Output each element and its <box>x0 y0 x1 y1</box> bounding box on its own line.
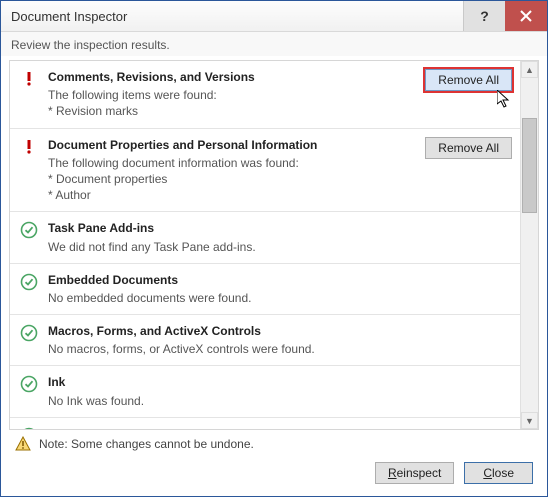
result-detail: No macros, forms, or ActiveX controls we… <box>48 341 412 357</box>
result-title: Ink <box>48 374 412 390</box>
scroll-thumb[interactable] <box>522 118 537 213</box>
warning-triangle-icon <box>15 436 31 452</box>
result-status-icon <box>20 69 38 120</box>
result-status-icon <box>20 374 38 408</box>
alert-icon <box>21 70 37 86</box>
result-detail: The following document information was f… <box>48 155 412 171</box>
remove-all-button[interactable]: Remove All <box>425 137 512 159</box>
result-bullet: * Author <box>48 187 412 203</box>
subheader-label: Review the inspection results. <box>1 32 547 56</box>
result-body: Ink No Ink was found. <box>48 374 412 408</box>
result-action-col: Remove All <box>422 69 512 120</box>
window-buttons: ? <box>463 1 547 31</box>
result-status-icon <box>20 426 38 429</box>
result-action-col <box>422 323 512 357</box>
result-detail: No Ink was found. <box>48 393 412 409</box>
result-item: Task Pane Add-ins We did not find any Tas… <box>10 212 520 263</box>
results-list: Comments, Revisions, and Versions The fol… <box>10 61 520 429</box>
scroll-up-button[interactable]: ▲ <box>521 61 538 78</box>
result-action-col <box>422 374 512 408</box>
checkmark-circle-icon <box>20 221 38 239</box>
result-status-icon <box>20 323 38 357</box>
result-action-col <box>422 220 512 254</box>
result-item: Embedded Documents No embedded documents … <box>10 264 520 315</box>
result-action-col <box>422 272 512 306</box>
scroll-down-button[interactable]: ▼ <box>521 412 538 429</box>
result-detail: No embedded documents were found. <box>48 290 412 306</box>
result-item: Document Properties and Personal Informa… <box>10 129 520 213</box>
checkmark-circle-icon <box>20 427 38 429</box>
result-title: Task Pane Add-ins <box>48 220 412 236</box>
result-body: Task Pane Add-ins We did not find any Tas… <box>48 220 412 254</box>
dialog-title: Document Inspector <box>11 9 127 24</box>
dialog-buttons: Reinspect Close <box>1 456 547 496</box>
result-body: Comments, Revisions, and Versions The fol… <box>48 69 412 120</box>
window-close-button[interactable] <box>505 1 547 31</box>
result-body: Macros, Forms, and ActiveX Controls No ma… <box>48 323 412 357</box>
close-button-mnemonic: C <box>483 466 492 480</box>
result-detail: The following items were found: <box>48 87 412 103</box>
result-item: Ink No Ink was found. <box>10 366 520 417</box>
help-button[interactable]: ? <box>463 1 505 31</box>
result-detail: We did not find any Task Pane add-ins. <box>48 239 412 255</box>
result-title: Embedded Documents <box>48 272 412 288</box>
result-item: Comments, Revisions, and Versions The fol… <box>10 61 520 129</box>
result-item: Collapsed Headings <box>10 418 520 429</box>
result-title: Comments, Revisions, and Versions <box>48 69 412 85</box>
results-panel: Comments, Revisions, and Versions The fol… <box>9 60 539 430</box>
alert-icon <box>21 138 37 154</box>
footer-note: Note: Some changes cannot be undone. <box>1 430 547 456</box>
remove-all-button[interactable]: Remove All <box>425 69 512 91</box>
result-body: Embedded Documents No embedded documents … <box>48 272 412 306</box>
scroll-track[interactable] <box>521 78 538 412</box>
close-icon <box>520 10 532 22</box>
result-bullet: * Revision marks <box>48 103 412 119</box>
result-body: Document Properties and Personal Informa… <box>48 137 412 204</box>
vertical-scrollbar[interactable]: ▲ ▼ <box>520 61 538 429</box>
result-item: Macros, Forms, and ActiveX Controls No ma… <box>10 315 520 366</box>
result-status-icon <box>20 220 38 254</box>
close-button-rest: lose <box>492 466 514 480</box>
result-body: Collapsed Headings <box>48 426 412 429</box>
document-inspector-dialog: Document Inspector ? Review the inspecti… <box>0 0 548 497</box>
result-action-col: Remove All <box>422 137 512 204</box>
checkmark-circle-icon <box>20 324 38 342</box>
result-title: Document Properties and Personal Informa… <box>48 137 412 153</box>
close-button[interactable]: Close <box>464 462 533 484</box>
checkmark-circle-icon <box>20 273 38 291</box>
result-status-icon <box>20 272 38 306</box>
titlebar: Document Inspector ? <box>1 1 547 32</box>
result-bullet: * Document properties <box>48 171 412 187</box>
checkmark-circle-icon <box>20 375 38 393</box>
footer-note-text: Note: Some changes cannot be undone. <box>39 437 254 451</box>
result-action-col <box>422 426 512 429</box>
result-title: Macros, Forms, and ActiveX Controls <box>48 323 412 339</box>
reinspect-button[interactable]: Reinspect <box>375 462 454 484</box>
result-title: Collapsed Headings <box>48 426 412 429</box>
result-status-icon <box>20 137 38 204</box>
